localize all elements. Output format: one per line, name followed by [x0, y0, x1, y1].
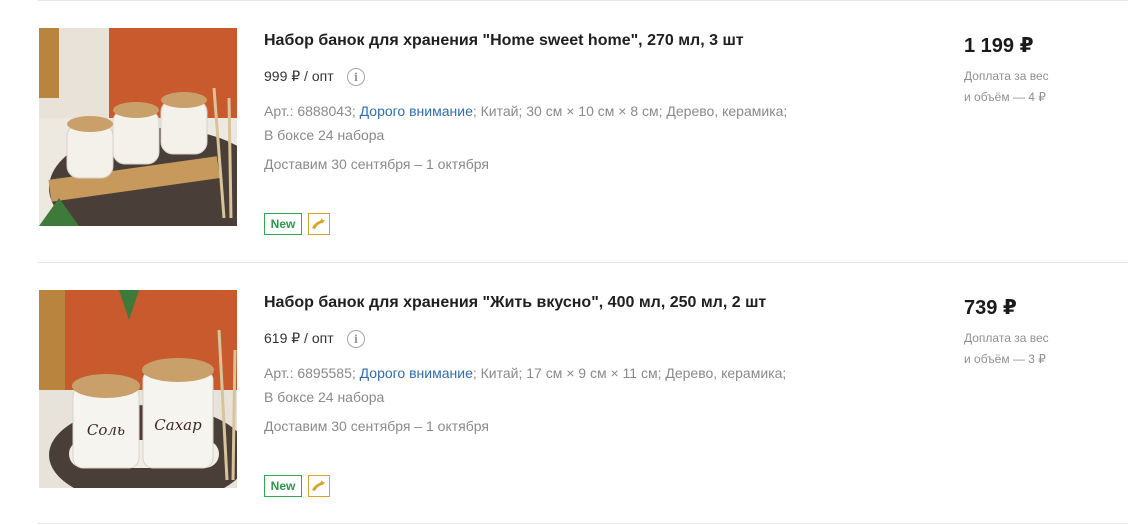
- surcharge-line: Доплата за вес: [964, 331, 1049, 345]
- product-title[interactable]: Набор банок для хранения "Home sweet hom…: [264, 32, 744, 50]
- box-quantity: В боксе 24 набора: [264, 127, 385, 143]
- surcharge-line: и объём — 3 ₽: [964, 352, 1046, 366]
- divider: [38, 523, 1128, 524]
- product-specs: Арт.: 6895585; Дорого внимание; Китай; 1…: [264, 361, 864, 409]
- info-icon[interactable]: i: [347, 68, 365, 86]
- surcharge-note: Доплата за вес и объём — 4 ₽: [964, 66, 1084, 108]
- wholesale-price: 619 ₽ / опт: [264, 330, 334, 346]
- box-quantity: В боксе 24 набора: [264, 389, 385, 405]
- product-photo[interactable]: [39, 28, 237, 226]
- article-number: Арт.: 6895585;: [264, 365, 356, 381]
- product-photo[interactable]: Соль Сахар: [39, 290, 237, 488]
- jar-label-salt: Соль: [87, 421, 125, 439]
- new-badge: New: [264, 213, 302, 235]
- surcharge-line: и объём — 4 ₽: [964, 90, 1046, 104]
- surcharge-note: Доплата за вес и объём — 3 ₽: [964, 328, 1084, 370]
- product-specs: Арт.: 6888043; Дорого внимание; Китай; 3…: [264, 99, 864, 147]
- product-list: Набор банок для хранения "Home sweet hom…: [0, 0, 1128, 525]
- product-title[interactable]: Набор банок для хранения "Жить вкусно", …: [264, 294, 766, 312]
- article-number: Арт.: 6888043;: [264, 103, 356, 119]
- specs-text: ; Китай; 30 см × 10 см × 8 см; Дерево, к…: [472, 103, 788, 119]
- dolphin-icon: [308, 213, 330, 235]
- product-card: Набор банок для хранения "Home sweet hom…: [0, 0, 1128, 262]
- brand-link[interactable]: Дорого внимание: [360, 103, 473, 119]
- surcharge-line: Доплата за вес: [964, 69, 1049, 83]
- wholesale-price: 999 ₽ / опт: [264, 68, 334, 84]
- specs-text: ; Китай; 17 см × 9 см × 11 см; Дерево, к…: [472, 365, 787, 381]
- brand-link[interactable]: Дорого внимание: [360, 365, 473, 381]
- dolphin-icon: [308, 475, 330, 497]
- delivery-date: Доставим 30 сентября – 1 октября: [264, 418, 489, 434]
- new-badge: New: [264, 475, 302, 497]
- jar-label-sugar: Сахар: [154, 416, 202, 434]
- delivery-date: Доставим 30 сентября – 1 октября: [264, 156, 489, 172]
- product-price: 739 ₽: [964, 297, 1017, 319]
- product-card: Соль Сахар Набор банок для хранения "Жит…: [0, 262, 1128, 524]
- product-price: 1 199 ₽: [964, 35, 1034, 57]
- info-icon[interactable]: i: [347, 330, 365, 348]
